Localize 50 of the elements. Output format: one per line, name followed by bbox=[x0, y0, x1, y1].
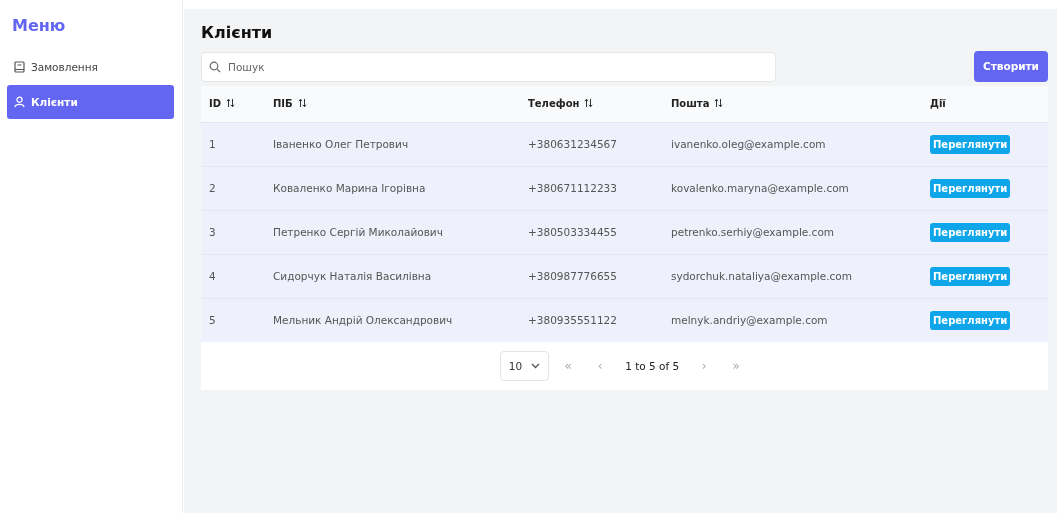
table-cell: kovalenko.maryna@example.com bbox=[671, 182, 849, 194]
table-cell: 2 bbox=[209, 182, 216, 194]
table-cell: 4 bbox=[209, 270, 216, 282]
column-header: Дії bbox=[930, 98, 946, 110]
view-button[interactable]: Переглянути bbox=[930, 134, 1011, 154]
table-cell: petrenko.serhiy@example.com bbox=[671, 226, 835, 238]
sort-icon bbox=[226, 98, 236, 109]
table-cell: Іваненко Олег Петрович bbox=[273, 138, 409, 150]
view-button[interactable]: Переглянути bbox=[930, 178, 1011, 198]
column-header[interactable]: ПІБ bbox=[273, 98, 293, 110]
book-icon bbox=[14, 61, 25, 73]
table-cell: Сидорчук Наталія Василівна bbox=[273, 270, 432, 282]
page-size-select[interactable]: 10 bbox=[499, 351, 550, 381]
view-button[interactable]: Переглянути bbox=[930, 310, 1011, 330]
sidebar-item[interactable]: Замовлення bbox=[7, 50, 174, 84]
table-cell: 5 bbox=[209, 314, 216, 327]
create-button[interactable]: Створити bbox=[974, 50, 1048, 82]
sort-icon bbox=[714, 98, 724, 109]
table-cell: melnyk.andriy@example.com bbox=[671, 314, 828, 327]
table-cell: Мельник Андрій Олександрович bbox=[273, 314, 453, 327]
table-cell: sydorchuk.nataliya@example.com bbox=[671, 270, 852, 282]
view-button[interactable]: Переглянути bbox=[930, 266, 1011, 286]
sidebar-item[interactable]: Клієнти bbox=[7, 85, 174, 119]
sort-icon bbox=[297, 98, 307, 109]
table-cell: 1 bbox=[209, 138, 216, 150]
page-title: Клієнти bbox=[201, 23, 274, 42]
table-cell: 3 bbox=[209, 226, 216, 238]
table-cell: +380671112233 bbox=[528, 182, 617, 194]
table-cell: Петренко Сергій Миколайович bbox=[273, 226, 443, 238]
page-range: 1 to 5 of 5 bbox=[625, 360, 680, 372]
table-cell: Коваленко Марина Ігорівна bbox=[273, 182, 426, 194]
search-field[interactable]: Пошук bbox=[201, 52, 776, 82]
table-cell: ivanenko.oleg@example.com bbox=[671, 138, 826, 150]
column-header[interactable]: Телефон bbox=[528, 98, 580, 110]
chevron-down-icon bbox=[531, 363, 541, 369]
next-page-button[interactable]: › bbox=[691, 358, 718, 374]
menu-title: Меню bbox=[12, 16, 67, 35]
table-cell: +380987776655 bbox=[528, 270, 617, 282]
last-page-button[interactable]: » bbox=[723, 358, 750, 374]
table-cell: +380935551122 bbox=[528, 314, 617, 327]
table-cell: +380503334455 bbox=[528, 226, 617, 238]
column-header[interactable]: Пошта bbox=[671, 98, 710, 110]
column-header[interactable]: ID bbox=[209, 98, 222, 110]
view-button[interactable]: Переглянути bbox=[930, 222, 1011, 242]
search-icon bbox=[209, 61, 221, 73]
previous-page-button[interactable]: ‹ bbox=[587, 358, 614, 374]
first-page-button[interactable]: « bbox=[555, 358, 582, 374]
table-cell: +380631234567 bbox=[528, 138, 617, 150]
user-icon bbox=[14, 96, 25, 108]
sort-icon bbox=[584, 98, 594, 109]
